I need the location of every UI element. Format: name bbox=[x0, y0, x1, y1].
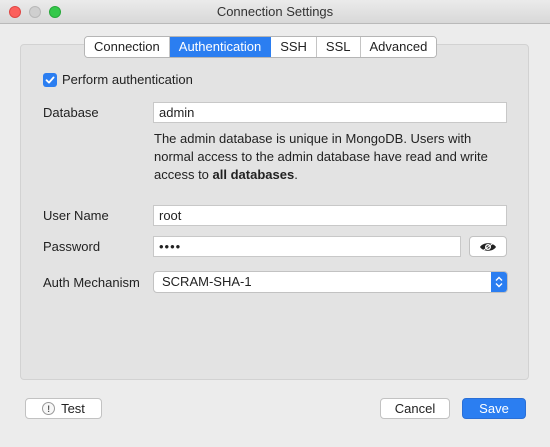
perform-authentication-row: Perform authentication bbox=[43, 72, 193, 87]
cancel-button[interactable]: Cancel bbox=[380, 398, 450, 419]
toggle-password-visibility-button[interactable] bbox=[469, 236, 507, 257]
tab-connection[interactable]: Connection bbox=[85, 37, 170, 57]
database-label: Database bbox=[43, 105, 99, 120]
username-input[interactable] bbox=[153, 205, 507, 226]
tab-authentication[interactable]: Authentication bbox=[169, 37, 272, 57]
help-text-part1: The admin database is unique in MongoDB.… bbox=[154, 131, 488, 182]
checkmark-icon bbox=[45, 76, 55, 83]
perform-authentication-label[interactable]: Perform authentication bbox=[62, 72, 193, 87]
help-text-bold: all databases bbox=[212, 167, 295, 182]
tab-ssh[interactable]: SSH bbox=[271, 37, 317, 57]
save-button[interactable]: Save bbox=[462, 398, 526, 419]
tab-ssl[interactable]: SSL bbox=[316, 37, 361, 57]
eye-icon bbox=[480, 241, 496, 252]
database-input[interactable] bbox=[153, 102, 507, 123]
auth-mechanism-label: Auth Mechanism bbox=[43, 275, 140, 290]
tab-advanced[interactable]: Advanced bbox=[360, 37, 437, 57]
database-help-text: The admin database is unique in MongoDB.… bbox=[154, 130, 510, 184]
updown-chevron-icon bbox=[491, 272, 507, 292]
tab-bar: Connection Authentication SSH SSL Advanc… bbox=[84, 36, 438, 58]
window-title: Connection Settings bbox=[216, 4, 334, 19]
help-text-part2: . bbox=[294, 167, 298, 182]
exclamation-icon: ! bbox=[42, 402, 56, 415]
test-button[interactable]: ! Test bbox=[25, 398, 102, 419]
title-bar: Connection Settings bbox=[0, 0, 550, 24]
auth-mechanism-value: SCRAM-SHA-1 bbox=[162, 274, 252, 289]
password-label: Password bbox=[43, 239, 101, 254]
test-button-label: Test bbox=[61, 401, 85, 416]
perform-authentication-checkbox[interactable] bbox=[43, 72, 57, 87]
auth-mechanism-select[interactable]: SCRAM-SHA-1 bbox=[153, 271, 508, 293]
password-input[interactable] bbox=[153, 236, 461, 257]
username-label: User Name bbox=[43, 208, 109, 223]
